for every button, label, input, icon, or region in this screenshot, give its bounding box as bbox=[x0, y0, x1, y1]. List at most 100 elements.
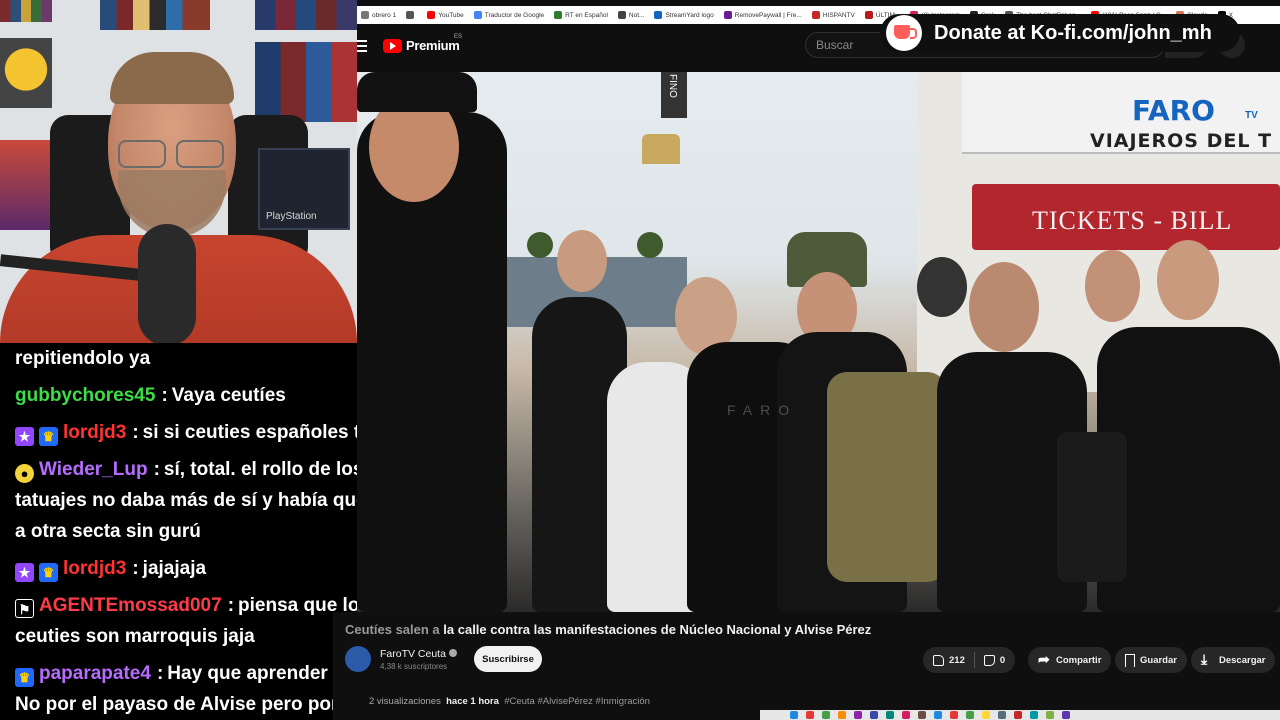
taskbar-app-icon[interactable] bbox=[1062, 711, 1070, 719]
chat-username[interactable]: lordjd3 bbox=[63, 558, 126, 579]
video-title-start: Ceutíes salen a bbox=[345, 622, 440, 637]
crown-badge-icon: ♛ bbox=[39, 427, 58, 446]
chat-username[interactable]: AGENTEmossad007 bbox=[39, 595, 222, 616]
faro-logo: FARO bbox=[1132, 94, 1215, 127]
like-count[interactable]: 212 bbox=[949, 655, 965, 666]
taskbar-app-icon[interactable] bbox=[998, 711, 1006, 719]
view-count: 2 visualizaciones bbox=[369, 696, 441, 707]
bookmark-item[interactable] bbox=[406, 11, 417, 19]
webcam-feed: PlayStation bbox=[0, 0, 357, 343]
bookmark-item[interactable]: Not... bbox=[617, 11, 644, 19]
taskbar-app-icon[interactable] bbox=[934, 711, 942, 719]
chat-separator: : bbox=[132, 558, 139, 579]
video-meta: 2 visualizaciones hace 1 hora #Ceuta #Al… bbox=[369, 696, 650, 707]
tickets-sign: TICKETS - BILL bbox=[1032, 206, 1233, 235]
chat-username[interactable]: lordjd3 bbox=[63, 422, 126, 443]
star-badge-icon: ★ bbox=[15, 427, 34, 446]
premium-label: Premium bbox=[406, 38, 460, 53]
upload-time: hace 1 hora bbox=[446, 696, 499, 707]
thumbs-down-icon[interactable] bbox=[983, 654, 995, 666]
download-button[interactable]: Descargar bbox=[1191, 647, 1276, 673]
search-placeholder: Buscar bbox=[816, 38, 854, 52]
chat-username[interactable]: paparapate4 bbox=[39, 663, 151, 684]
bookmark-label: RT en Español bbox=[565, 11, 608, 19]
taskbar-app-icon[interactable] bbox=[806, 711, 814, 719]
bookmark-favicon-icon bbox=[361, 11, 369, 19]
thumbs-up-icon[interactable] bbox=[933, 654, 944, 666]
taskbar-app-icon[interactable] bbox=[838, 711, 846, 719]
bookmark-label: RemovePaywall | Fre... bbox=[734, 11, 802, 19]
divider bbox=[973, 652, 975, 668]
tag-badge-icon: ⚑ bbox=[15, 599, 34, 618]
bookmark-favicon-icon bbox=[811, 11, 820, 19]
bookmark-label: obrero 1 bbox=[372, 11, 397, 19]
bookmark-item[interactable]: RT en Español bbox=[554, 11, 608, 19]
save-label: Guardar bbox=[1140, 654, 1177, 666]
bookmark-favicon-icon bbox=[554, 11, 563, 19]
channel-name-text: FaroTV Ceuta bbox=[380, 648, 446, 660]
taskbar-app-icon[interactable] bbox=[918, 711, 926, 719]
bookmark-item[interactable]: HISPANTV bbox=[811, 11, 855, 19]
share-button[interactable]: Compartir bbox=[1028, 647, 1112, 673]
chat-text: repitiendolo ya bbox=[15, 348, 151, 369]
bookmark-label: YouTube bbox=[438, 11, 464, 19]
chat-text: jajajaja bbox=[142, 558, 207, 579]
fino-label: FINO bbox=[667, 74, 678, 98]
chat-text: Vaya ceutíes bbox=[171, 385, 286, 406]
bookmark-item[interactable]: StreamYard logo bbox=[654, 11, 714, 19]
channel-avatar[interactable] bbox=[345, 646, 371, 672]
protester-head bbox=[969, 262, 1039, 352]
taskbar-app-icon[interactable] bbox=[854, 711, 862, 719]
hashtags[interactable]: #Ceuta #AlvisePérez #Inmigración bbox=[504, 696, 650, 707]
chat-separator: : bbox=[132, 422, 139, 443]
street-lamp bbox=[642, 134, 680, 164]
taskbar-app-icon[interactable] bbox=[1030, 711, 1038, 719]
like-dislike-group: 212 0 bbox=[923, 647, 1016, 673]
faro-tv-label: TV bbox=[1245, 110, 1258, 121]
youtube-play-icon bbox=[383, 38, 402, 53]
taskbar-app-icon[interactable] bbox=[870, 711, 878, 719]
bookmark-favicon-icon bbox=[406, 11, 415, 19]
video-watermark: FARO bbox=[727, 402, 798, 418]
video-title: Ceutíes salen a la calle contra las mani… bbox=[345, 622, 871, 637]
menu-icon[interactable] bbox=[357, 38, 373, 54]
country-code: ES bbox=[454, 34, 463, 40]
bookmark-label: Traductor de Google bbox=[484, 11, 545, 19]
save-button[interactable]: Guardar bbox=[1115, 647, 1187, 673]
glasses-left-lens bbox=[118, 140, 166, 168]
channel-name[interactable]: FaroTV Ceuta bbox=[380, 648, 457, 660]
taskbar-app-icon[interactable] bbox=[982, 711, 990, 719]
masked-protester-head bbox=[1085, 250, 1140, 322]
taskbar-app-icon[interactable] bbox=[822, 711, 830, 719]
chat-username[interactable]: Wieder_Lup bbox=[39, 459, 148, 480]
taskbar-app-icon[interactable] bbox=[886, 711, 894, 719]
taskbar-app-icon[interactable] bbox=[1046, 711, 1054, 719]
video-player[interactable]: FARO TV VIAJEROS DEL T TICKETS - BILL FI… bbox=[357, 72, 1280, 612]
taskbar-app-icon[interactable] bbox=[790, 711, 798, 719]
chat-username[interactable]: gubbychores45 bbox=[15, 385, 155, 406]
crown-badge-icon: ♛ bbox=[15, 668, 34, 687]
chat-separator: : bbox=[227, 595, 235, 616]
bookmark-favicon-icon bbox=[427, 11, 436, 19]
kofi-banner: Donate at Ko-fi.com/john_mh bbox=[880, 14, 1240, 52]
bookmark-favicon-icon bbox=[723, 11, 732, 19]
bookmark-item[interactable]: YouTube bbox=[427, 11, 464, 19]
microphone bbox=[138, 224, 196, 343]
protester-head bbox=[557, 230, 607, 292]
chat-separator: : bbox=[161, 385, 168, 406]
dislike-count[interactable]: 0 bbox=[1000, 655, 1005, 666]
taskbar-app-icon[interactable] bbox=[950, 711, 958, 719]
chat-separator: : bbox=[153, 459, 160, 480]
taskbar-app-icon[interactable] bbox=[902, 711, 910, 719]
playstation-box: PlayStation bbox=[258, 148, 350, 230]
video-title-rest: la calle contra las manifestaciones de N… bbox=[443, 622, 872, 637]
dots-badge-icon: ● bbox=[15, 464, 34, 483]
subscribe-button[interactable]: Suscribirse bbox=[474, 646, 542, 672]
bookmark-item[interactable]: Traductor de Google bbox=[473, 11, 545, 19]
taskbar-app-icon[interactable] bbox=[1014, 711, 1022, 719]
bookmark-item[interactable]: obrero 1 bbox=[361, 11, 396, 19]
taskbar-app-icon[interactable] bbox=[966, 711, 974, 719]
bookmark-item[interactable]: RemovePaywall | Fre... bbox=[723, 11, 802, 19]
youtube-logo[interactable]: Premium bbox=[383, 38, 460, 53]
helmet bbox=[917, 257, 967, 317]
